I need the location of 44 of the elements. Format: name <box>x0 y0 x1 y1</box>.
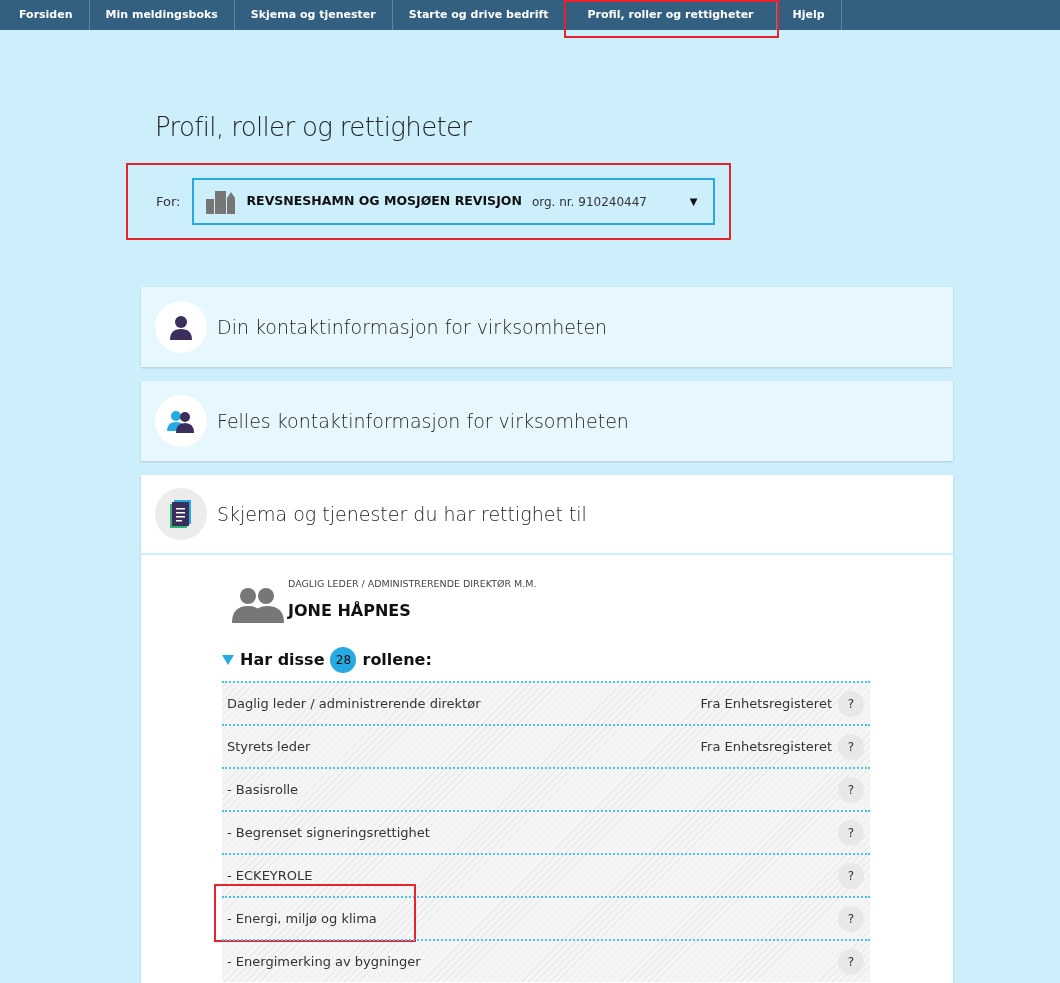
section-title: Felles kontaktinformasjon for virksomheten <box>217 408 629 434</box>
help-button[interactable]: ? <box>838 690 864 717</box>
person-icon <box>168 314 194 340</box>
role-name: - ECKEYROLE <box>227 867 313 885</box>
organization-name: REVSNESHAMN OG MOSJØEN REVISJON <box>246 192 522 211</box>
section-title: Din kontaktinformasjon for virksomheten <box>217 314 608 340</box>
nav-tab[interactable]: Min meldingsboks <box>89 0 235 30</box>
for-label: For: <box>156 192 181 211</box>
nav-tab[interactable]: Starte og drive bedrift <box>392 0 566 30</box>
role-name: - Begrenset signeringsrettighet <box>227 824 430 842</box>
role-name: Daglig leder / administrerende direktør <box>227 695 481 713</box>
person-name: JONE HÅPNES <box>288 600 412 623</box>
role-name: - Energi, miljø og klima <box>227 910 377 928</box>
section-title: Skjema og tjenester du har rettighet til <box>217 501 587 527</box>
help-button[interactable]: ? <box>838 948 864 975</box>
role-source: Fra Enhetsregisteret <box>700 695 832 713</box>
help-button[interactable]: ? <box>838 862 864 889</box>
nav-tab[interactable]: Skjema og tjenester <box>234 0 393 30</box>
roles-heading-end: rollene: <box>362 649 432 672</box>
help-button[interactable]: ? <box>838 819 864 846</box>
nav-tab[interactable]: Forsiden <box>3 0 90 30</box>
people-icon <box>166 409 196 433</box>
people-icon <box>232 587 284 624</box>
caret-icon: ▼ <box>689 194 698 209</box>
section-header[interactable]: Din kontaktinformasjon for virksomheten <box>141 287 953 367</box>
help-button[interactable]: ? <box>838 733 864 760</box>
help-button[interactable]: ? <box>838 776 864 803</box>
section-header[interactable]: Felles kontaktinformasjon for virksomheten <box>141 381 953 461</box>
organization-dropdown[interactable]: REVSNESHAMN OG MOSJØEN REVISJON org. nr. 910240447 ▼ <box>192 178 716 225</box>
page-title: Profil, roller og rettigheter <box>155 111 473 144</box>
nav-tab[interactable]: Profil, roller og rettigheter <box>565 0 777 30</box>
roles-toggle[interactable]: Har disse 28 rollene: <box>222 647 953 674</box>
section-header[interactable]: Skjema og tjenester du har rettighet til <box>141 475 953 555</box>
role-source: Fra Enhetsregisteret <box>700 738 832 756</box>
buildings-icon <box>206 189 237 214</box>
role-name: Styrets leder <box>227 738 311 756</box>
role-caption: DAGLIG LEDER / ADMINISTRERENDE DIREKTØR M.M. <box>288 577 537 591</box>
role-name: - Basisrolle <box>227 781 299 799</box>
help-button[interactable]: ? <box>838 905 864 932</box>
nav-tab[interactable]: Hjelp <box>776 0 842 30</box>
role-name: - Energimerking av bygninger <box>227 953 421 971</box>
count-badge: 28 <box>330 647 357 674</box>
organization-number: org. nr. 910240447 <box>531 193 647 211</box>
roles-heading-start: Har disse <box>240 649 325 672</box>
